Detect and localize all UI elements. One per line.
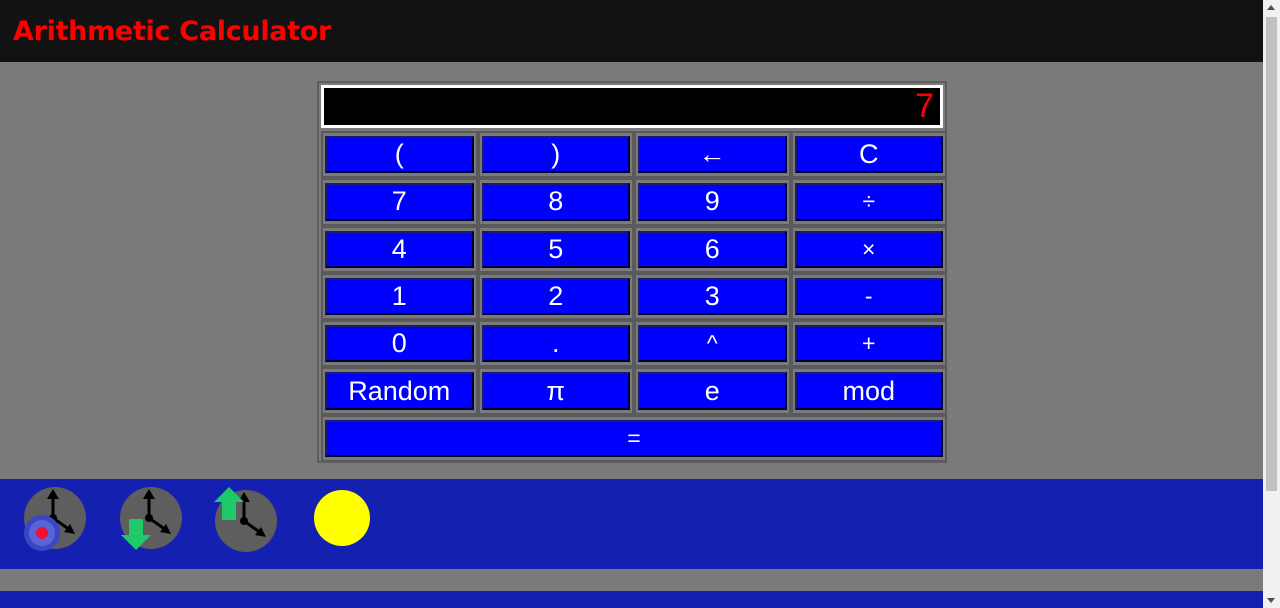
open-paren-button[interactable]: ( xyxy=(325,136,474,174)
digit-5-button[interactable]: 5 xyxy=(481,230,630,268)
digit-1-button[interactable]: 1 xyxy=(325,277,474,316)
calculator: 7 ( ) ← C 7 8 9 ÷ 4 5 6 × 1 2 3 - 0 . ^ … xyxy=(317,81,947,463)
add-button[interactable]: + xyxy=(794,325,943,363)
keypad-row: 0 . ^ + xyxy=(321,320,947,368)
digit-3-button[interactable]: 3 xyxy=(638,277,787,316)
keypad-row: Random π e mod xyxy=(321,367,947,415)
keypad: ( ) ← C 7 8 9 ÷ 4 5 6 × 1 2 3 - 0 . ^ + xyxy=(321,131,947,463)
calculator-display: 7 xyxy=(321,85,943,128)
clock-download-icon[interactable] xyxy=(117,487,183,553)
keypad-row: 7 8 9 ÷ xyxy=(321,178,947,226)
digit-8-button[interactable]: 8 xyxy=(481,183,630,221)
digit-4-button[interactable]: 4 xyxy=(325,230,474,268)
subtract-button[interactable]: - xyxy=(794,277,943,316)
digit-0-button[interactable]: 0 xyxy=(325,325,474,363)
digit-2-button[interactable]: 2 xyxy=(481,277,630,316)
bottom-strip xyxy=(0,591,1263,608)
multiply-button[interactable]: × xyxy=(794,230,943,268)
scroll-down-icon[interactable] xyxy=(1267,598,1275,603)
yellow-circle-icon[interactable] xyxy=(309,485,375,551)
vertical-scrollbar[interactable] xyxy=(1263,0,1280,608)
close-paren-button[interactable]: ) xyxy=(481,136,630,174)
keypad-row: ( ) ← C xyxy=(321,131,947,179)
random-button[interactable]: Random xyxy=(325,372,474,410)
euler-e-button[interactable]: e xyxy=(638,372,787,410)
bottom-toolbar xyxy=(0,479,1263,569)
clock-record-icon[interactable] xyxy=(22,487,88,553)
keypad-row: = xyxy=(321,414,947,463)
backspace-button[interactable]: ← xyxy=(638,136,787,174)
scrollbar-thumb[interactable] xyxy=(1266,17,1277,491)
equals-button[interactable]: = xyxy=(325,419,943,458)
digit-9-button[interactable]: 9 xyxy=(638,183,787,221)
digit-6-button[interactable]: 6 xyxy=(638,230,787,268)
scroll-up-icon[interactable] xyxy=(1267,5,1275,10)
clear-button[interactable]: C xyxy=(794,136,943,174)
app-header: Arithmetic Calculator xyxy=(0,0,1263,62)
app-title: Arithmetic Calculator xyxy=(13,16,332,47)
digit-7-button[interactable]: 7 xyxy=(325,183,474,221)
decimal-point-button[interactable]: . xyxy=(481,325,630,363)
mod-button[interactable]: mod xyxy=(794,372,943,410)
divide-button[interactable]: ÷ xyxy=(794,183,943,221)
power-button[interactable]: ^ xyxy=(638,325,787,363)
keypad-row: 4 5 6 × xyxy=(321,225,947,273)
clock-upload-icon[interactable] xyxy=(212,487,278,553)
pi-button[interactable]: π xyxy=(481,372,630,410)
keypad-row: 1 2 3 - xyxy=(321,272,947,321)
